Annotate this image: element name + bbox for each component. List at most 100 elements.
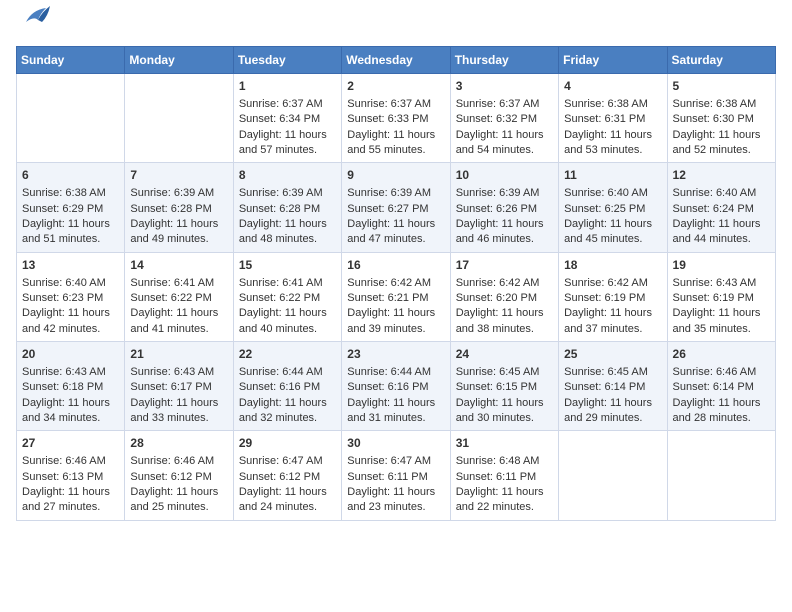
day-number: 1 — [239, 78, 336, 95]
day-info: Sunset: 6:20 PM — [456, 291, 553, 306]
day-info: Daylight: 11 hours and 48 minutes. — [239, 217, 336, 248]
calendar-cell: 23Sunrise: 6:44 AMSunset: 6:16 PMDayligh… — [342, 342, 450, 431]
day-number: 26 — [673, 346, 770, 363]
day-info: Sunset: 6:12 PM — [239, 470, 336, 485]
day-info: Daylight: 11 hours and 41 minutes. — [130, 306, 227, 337]
day-number: 7 — [130, 167, 227, 184]
day-info: Daylight: 11 hours and 52 minutes. — [673, 128, 770, 159]
day-info: Sunrise: 6:39 AM — [130, 186, 227, 201]
calendar-week-4: 20Sunrise: 6:43 AMSunset: 6:18 PMDayligh… — [17, 342, 776, 431]
day-info: Sunset: 6:23 PM — [22, 291, 119, 306]
logo-bird-icon — [18, 4, 50, 32]
day-info: Daylight: 11 hours and 30 minutes. — [456, 396, 553, 427]
calendar-header-row: SundayMondayTuesdayWednesdayThursdayFrid… — [17, 47, 776, 74]
day-number: 14 — [130, 257, 227, 274]
day-number: 23 — [347, 346, 444, 363]
calendar-week-3: 13 Sunrise: 6:40 AMSunset: 6:23 PM Dayligh… — [17, 252, 776, 341]
day-number: 3 — [456, 78, 553, 95]
day-number: 19 — [673, 257, 770, 274]
calendar-header-tuesday: Tuesday — [233, 47, 341, 74]
day-info: Sunrise: 6:40 AM — [564, 186, 661, 201]
day-info: Sunset: 6:14 PM — [564, 380, 661, 395]
day-info: Sunrise: 6:42 AM — [347, 276, 444, 291]
day-info: Sunrise: 6:40 AM — [22, 276, 119, 291]
day-number: 17 — [456, 257, 553, 274]
day-info: Sunset: 6:34 PM — [239, 112, 336, 127]
day-info: Sunset: 6:29 PM — [22, 202, 119, 217]
day-number: 11 — [564, 167, 661, 184]
calendar-cell: 19Sunrise: 6:43 AMSunset: 6:19 PMDayligh… — [667, 252, 775, 341]
day-info: Sunset: 6:32 PM — [456, 112, 553, 127]
day-info: Daylight: 11 hours and 53 minutes. — [564, 128, 661, 159]
day-number: 16 — [347, 257, 444, 274]
day-info: Daylight: 11 hours and 46 minutes. — [456, 217, 553, 248]
calendar-cell: 13Sunrise: 6:40 AMSunset: 6:23 PMDayligh… — [17, 252, 125, 341]
day-info: Daylight: 11 hours and 32 minutes. — [239, 396, 336, 427]
calendar-cell: 29Sunrise: 6:47 AMSunset: 6:12 PMDayligh… — [233, 431, 341, 520]
calendar-cell: 14Sunrise: 6:41 AMSunset: 6:22 PMDayligh… — [125, 252, 233, 341]
calendar-cell: 18Sunrise: 6:42 AMSunset: 6:19 PMDayligh… — [559, 252, 667, 341]
calendar-body: 1Sunrise: 6:37 AMSunset: 6:34 PMDaylight… — [17, 74, 776, 521]
day-info: Sunset: 6:27 PM — [347, 202, 444, 217]
day-info: Sunrise: 6:39 AM — [239, 186, 336, 201]
day-info: Sunset: 6:18 PM — [22, 380, 119, 395]
calendar-cell: 28Sunrise: 6:46 AMSunset: 6:12 PMDayligh… — [125, 431, 233, 520]
calendar-cell: 12Sunrise: 6:40 AMSunset: 6:24 PMDayligh… — [667, 163, 775, 252]
page-header — [16, 16, 776, 38]
day-info: Sunrise: 6:41 AM — [130, 276, 227, 291]
day-number: 10 — [456, 167, 553, 184]
day-info: Sunrise: 6:42 AM — [456, 276, 553, 291]
day-info: Sunrise: 6:43 AM — [673, 276, 770, 291]
day-info: Sunset: 6:16 PM — [239, 380, 336, 395]
day-number: 22 — [239, 346, 336, 363]
day-info: Sunset: 6:12 PM — [130, 470, 227, 485]
calendar-week-1: 1Sunrise: 6:37 AMSunset: 6:34 PMDaylight… — [17, 74, 776, 163]
day-info: Daylight: 11 hours and 23 minutes. — [347, 485, 444, 516]
calendar-cell: 26Sunrise: 6:46 AMSunset: 6:14 PMDayligh… — [667, 342, 775, 431]
day-info: Daylight: 11 hours and 37 minutes. — [564, 306, 661, 337]
calendar-cell: 1Sunrise: 6:37 AMSunset: 6:34 PMDaylight… — [233, 74, 341, 163]
calendar-header-friday: Friday — [559, 47, 667, 74]
day-info: Daylight: 11 hours and 28 minutes. — [673, 396, 770, 427]
day-info: Daylight: 11 hours and 57 minutes. — [239, 128, 336, 159]
day-number: 13 — [22, 257, 119, 274]
calendar-cell: 22 Sunrise: 6:44 AMSunset: 6:16 PMDayligh… — [233, 342, 341, 431]
calendar-cell — [17, 74, 125, 163]
day-info: Sunrise: 6:41 AM — [239, 276, 336, 291]
day-number: 12 — [673, 167, 770, 184]
day-info: Daylight: 11 hours and 24 minutes. — [239, 485, 336, 516]
calendar-week-5: 27Sunrise: 6:46 AMSunset: 6:13 PMDayligh… — [17, 431, 776, 520]
calendar-cell: 11Sunrise: 6:40 AMSunset: 6:25 PMDayligh… — [559, 163, 667, 252]
day-info: Sunrise: 6:42 AM — [564, 276, 661, 291]
day-info: Sunrise: 6:48 AM — [456, 454, 553, 469]
day-info: Sunset: 6:22 PM — [239, 291, 336, 306]
day-info: Daylight: 11 hours and 34 minutes. — [22, 396, 119, 427]
day-info: Sunrise: 6:39 AM — [347, 186, 444, 201]
day-info: Sunrise: 6:43 AM — [22, 365, 119, 380]
day-info: Sunset: 6:24 PM — [673, 202, 770, 217]
day-info: Sunrise: 6:37 AM — [456, 97, 553, 112]
day-info: Sunset: 6:30 PM — [673, 112, 770, 127]
calendar-cell: 6Sunrise: 6:38 AMSunset: 6:29 PMDaylight… — [17, 163, 125, 252]
calendar-cell — [125, 74, 233, 163]
day-number: 25 — [564, 346, 661, 363]
calendar-header-thursday: Thursday — [450, 47, 558, 74]
day-info: Sunset: 6:28 PM — [239, 202, 336, 217]
day-number: 9 — [347, 167, 444, 184]
day-info: Sunrise: 6:40 AM — [673, 186, 770, 201]
day-info: Daylight: 11 hours and 22 minutes. — [456, 485, 553, 516]
day-info: Sunrise: 6:46 AM — [130, 454, 227, 469]
calendar-cell: 30Sunrise: 6:47 AMSunset: 6:11 PMDayligh… — [342, 431, 450, 520]
calendar-cell — [667, 431, 775, 520]
calendar-cell — [559, 431, 667, 520]
calendar-cell: 8Sunrise: 6:39 AMSunset: 6:28 PMDaylight… — [233, 163, 341, 252]
day-info: Sunrise: 6:38 AM — [564, 97, 661, 112]
day-info: Sunrise: 6:44 AM — [239, 365, 336, 380]
day-info: Sunrise: 6:45 AM — [564, 365, 661, 380]
day-info: Sunrise: 6:46 AM — [673, 365, 770, 380]
day-info: Daylight: 11 hours and 31 minutes. — [347, 396, 444, 427]
day-number: 27 — [22, 435, 119, 452]
day-info: Daylight: 11 hours and 45 minutes. — [564, 217, 661, 248]
day-info: Sunset: 6:19 PM — [564, 291, 661, 306]
day-number: 20 — [22, 346, 119, 363]
